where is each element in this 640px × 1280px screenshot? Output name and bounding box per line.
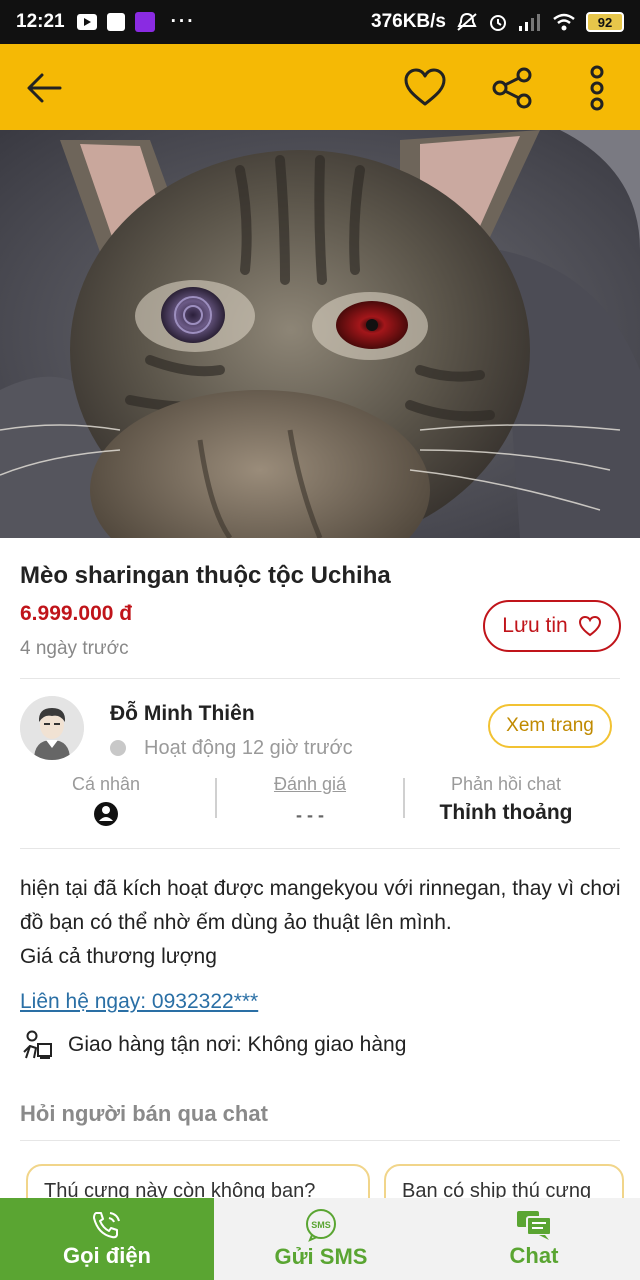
stat-label: Cá nhân (71, 774, 141, 794)
chat-section-heading: Hỏi người bán qua chat (20, 1101, 268, 1126)
status-bar: 12:21 ··· 376KB/s 92 (0, 0, 640, 44)
user-avatar-icon (20, 696, 84, 760)
listing-photo[interactable] (0, 130, 640, 538)
youtube-notification-icon (76, 14, 97, 30)
contact-phone-link[interactable]: Liên hệ ngay: 0932322*** (20, 990, 258, 1014)
battery-icon: 92 (586, 12, 624, 32)
delivery-text: Giao hàng tận nơi: Không giao hàng (68, 1033, 407, 1056)
stat-label: Đánh giá (273, 774, 347, 794)
chat-label: Chat (509, 1243, 559, 1268)
listing-price: 6.999.000 đ (20, 602, 133, 625)
more-notifications-icon: ··· (170, 11, 196, 32)
shopping-notification-icon (106, 13, 125, 31)
avatar[interactable] (20, 696, 84, 760)
call-label: Gọi điện (63, 1243, 151, 1268)
chat-button[interactable]: Chat (428, 1198, 640, 1280)
sms-icon: SMS (306, 1209, 336, 1242)
seller-activity: Hoạt động 12 giờ trước (144, 737, 353, 759)
network-speed: 376KB/s (371, 11, 446, 32)
save-listing-label: Lưu tin (502, 614, 568, 637)
stat-label: Phản hồi chat (450, 774, 562, 794)
delivery-person-icon (23, 1030, 52, 1059)
listing-description: hiện tại đã kích hoạt được mangekyou với… (20, 872, 624, 974)
view-profile-button[interactable]: Xem trang (488, 704, 612, 748)
description-price-note: Giá cả thương lượng (20, 945, 217, 968)
stat-chat-response: Phản hồi chat Thỉnh thoảng (416, 774, 596, 825)
stat-account-type: Cá nhân (16, 774, 196, 833)
wifi-icon (553, 13, 575, 31)
more-vertical-icon[interactable] (582, 64, 612, 112)
stat-value-container (16, 801, 196, 833)
status-dot-icon (110, 740, 126, 756)
status-time: 12:21 (16, 11, 65, 32)
description-text: hiện tại đã kích hoạt được mangekyou với… (20, 877, 621, 934)
share-icon[interactable] (490, 66, 534, 110)
heart-icon[interactable] (402, 66, 448, 110)
sms-button[interactable]: SMS Gửi SMS (214, 1198, 428, 1280)
listing-title: Mèo sharingan thuộc tộc Uchiha (20, 562, 391, 589)
game-notification-icon (134, 12, 155, 32)
delivery-info: Giao hàng tận nơi: Không giao hàng (20, 1030, 406, 1060)
signal-icon (519, 14, 540, 31)
save-listing-button[interactable]: Lưu tin (483, 600, 621, 652)
divider (20, 678, 620, 679)
heart-outline-icon (578, 615, 601, 637)
back-arrow-icon[interactable] (22, 66, 66, 110)
bottom-action-bar: Gọi điện SMS Gửi SMS Chat (0, 1198, 640, 1280)
person-icon (94, 802, 118, 826)
call-button[interactable]: Gọi điện (0, 1198, 214, 1280)
divider (20, 848, 620, 849)
alarm-icon (490, 15, 506, 31)
seller-name[interactable]: Đỗ Minh Thiên (110, 702, 255, 726)
posted-time: 4 ngày trước (20, 638, 129, 659)
stat-rating[interactable]: Đánh giá - - - (220, 774, 400, 826)
stat-value: Thỉnh thoảng (439, 801, 573, 824)
divider (20, 1140, 620, 1141)
stat-separator (215, 778, 217, 818)
sms-label: Gửi SMS (274, 1244, 368, 1269)
stat-value: - - - (296, 805, 324, 825)
sms-icon-label: SMS (311, 1220, 331, 1230)
chat-bubble-icon (517, 1211, 552, 1240)
mute-icon (457, 12, 477, 31)
phone-icon (93, 1212, 120, 1239)
stat-separator (403, 778, 405, 818)
top-app-bar (0, 44, 640, 130)
